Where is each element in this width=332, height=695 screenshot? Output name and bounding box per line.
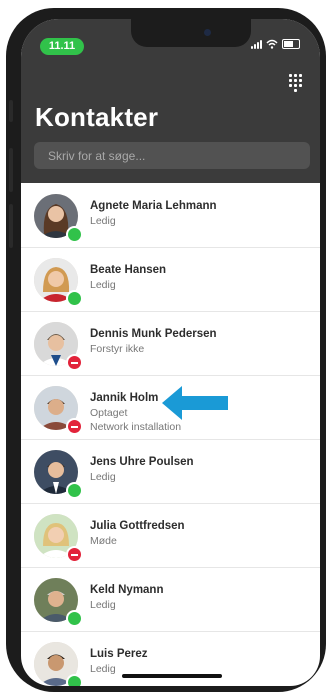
contact-status: Ledig bbox=[90, 663, 116, 675]
available-status-icon bbox=[66, 290, 83, 307]
contact-status: Ledig bbox=[90, 279, 116, 291]
contact-status: Ledig bbox=[90, 215, 116, 227]
busy-status-icon bbox=[66, 546, 83, 563]
contact-name: Jannik Holm bbox=[90, 392, 159, 404]
contact-name: Agnete Maria Lehmann bbox=[90, 200, 217, 212]
contact-row[interactable]: Dennis Munk Pedersen Forstyr ikke bbox=[21, 311, 320, 376]
contact-row[interactable]: Beate Hansen Ledig bbox=[21, 247, 320, 312]
contact-name: Keld Nymann bbox=[90, 584, 164, 596]
status-icons bbox=[251, 39, 300, 49]
search-bar[interactable] bbox=[34, 142, 310, 169]
contact-status: Ledig bbox=[90, 471, 116, 483]
contact-status: Optaget bbox=[90, 407, 128, 419]
busy-status-icon bbox=[66, 354, 83, 371]
home-indicator[interactable] bbox=[122, 674, 222, 678]
volume-down-button bbox=[9, 204, 13, 248]
status-time: 11.11 bbox=[40, 38, 84, 55]
available-status-icon bbox=[66, 674, 83, 686]
page-title: Kontakter bbox=[35, 102, 159, 132]
contact-status: Forstyr ikke bbox=[90, 343, 145, 355]
volume-up-button bbox=[9, 148, 13, 192]
contact-row[interactable]: Agnete Maria Lehmann Ledig bbox=[21, 183, 320, 248]
search-input[interactable] bbox=[46, 147, 300, 164]
contact-name: Jens Uhre Poulsen bbox=[90, 456, 194, 468]
battery-icon bbox=[282, 39, 300, 49]
contact-status: Møde bbox=[90, 535, 117, 547]
contact-row[interactable]: Keld Nymann Ledig bbox=[21, 567, 320, 632]
contact-row[interactable]: Julia Gottfredsen Møde bbox=[21, 503, 320, 568]
signal-icon bbox=[251, 39, 262, 49]
front-camera bbox=[204, 29, 211, 36]
busy-status-icon bbox=[66, 418, 83, 435]
contact-status: Ledig bbox=[90, 599, 116, 611]
notch bbox=[131, 19, 251, 47]
available-status-icon bbox=[66, 610, 83, 627]
wifi-icon bbox=[266, 39, 278, 49]
contact-name: Julia Gottfredsen bbox=[90, 520, 185, 532]
arrow-left-icon bbox=[162, 386, 228, 420]
contact-name: Dennis Munk Pedersen bbox=[90, 328, 217, 340]
mute-switch bbox=[9, 100, 13, 122]
contact-row[interactable]: Jens Uhre Poulsen Ledig bbox=[21, 439, 320, 504]
dialpad-icon[interactable] bbox=[289, 74, 302, 92]
available-status-icon bbox=[66, 482, 83, 499]
contact-note: Network installation bbox=[90, 421, 182, 433]
app-header: 11.11 Kontakter bbox=[21, 19, 320, 183]
available-status-icon bbox=[66, 226, 83, 243]
contact-name: Luis Perez bbox=[90, 648, 148, 660]
contact-name: Beate Hansen bbox=[90, 264, 167, 276]
app-screen: 11.11 Kontakter Skriv for at søge... Agn… bbox=[21, 19, 320, 686]
